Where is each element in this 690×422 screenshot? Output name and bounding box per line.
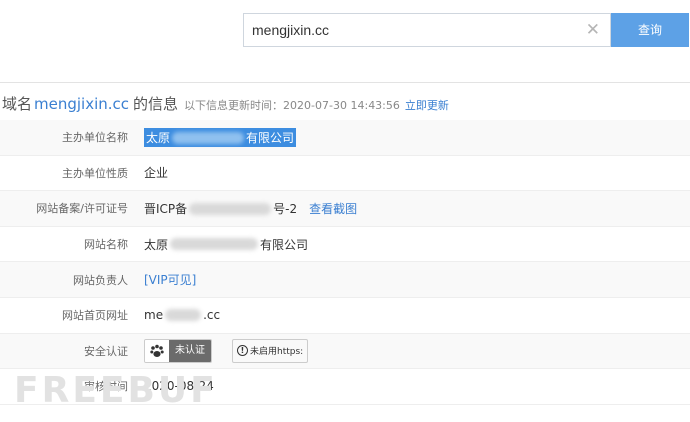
row-label: 网站首页网址 (62, 309, 128, 323)
row-value: 未认证 ! 未启用https: (144, 338, 309, 363)
row-label: 网站名称 (84, 238, 128, 252)
vip-link[interactable]: [VIP可见] (144, 271, 196, 288)
row-label: 主办单位名称 (62, 131, 128, 145)
row-value: me .cc (144, 308, 221, 323)
paw-icon (145, 339, 169, 362)
row-value: 太原 有限公司 (144, 127, 297, 147)
row-label: 网站备案/许可证号 (36, 202, 128, 216)
table-row: 网站负责人 [VIP可见] (0, 262, 690, 298)
update-time-note: 以下信息更新时间：2020-07-30 14:43:56 (184, 99, 400, 112)
table-row: 网站备案/许可证号 晋ICP备 号-2 查看截图 (0, 191, 690, 227)
divider (0, 82, 690, 83)
https-label: 未启用https: (250, 347, 304, 358)
title-prefix: 域名 (2, 95, 33, 113)
icp-number: 晋ICP备 号-2 (144, 201, 298, 216)
search-input[interactable] (252, 14, 582, 46)
row-value: 太原 有限公司 (144, 237, 309, 252)
baidu-cert-badge[interactable]: 未认证 (144, 338, 212, 363)
row-label: 网站负责人 (73, 273, 128, 287)
close-icon[interactable]: ✕ (586, 20, 600, 40)
row-label: 主办单位性质 (62, 166, 128, 180)
title-suffix: 的信息 (133, 95, 179, 113)
title-domain[interactable]: mengjixin.cc (34, 95, 129, 113)
table-row: 安全认证 未认证 ! 未启用https: (0, 333, 690, 370)
watermark-logo: FREEBUF (14, 370, 218, 411)
info-icon: ! (237, 345, 248, 357)
search-button[interactable]: 查询 (611, 13, 689, 47)
row-value: 晋ICP备 号-2 查看截图 (144, 200, 357, 217)
table-row: 网站首页网址 me .cc (0, 298, 690, 334)
row-label: 安全认证 (84, 344, 128, 358)
view-screenshot-link[interactable]: 查看截图 (309, 200, 357, 217)
page-title: 域名 mengjixin.cc 的信息 以下信息更新时间：2020-07-30 … (2, 93, 449, 113)
search-bar: ✕ (243, 13, 611, 47)
table-row: 网站名称 太原 有限公司 (0, 227, 690, 263)
info-table: 主办单位名称 太原 有限公司 主办单位性质 企业 网站备案/许可证号 晋ICP备号… (0, 120, 690, 405)
baidu-cert-label: 未认证 (169, 339, 211, 362)
table-row: 主办单位性质 企业 (0, 156, 690, 192)
https-badge[interactable]: ! 未启用https: (232, 338, 309, 363)
table-row: 主办单位名称 太原 有限公司 (0, 120, 690, 156)
row-value: 企业 (144, 166, 169, 181)
refresh-link[interactable]: 立即更新 (405, 97, 449, 113)
sponsor-name-value: 太原 有限公司 (144, 127, 297, 147)
